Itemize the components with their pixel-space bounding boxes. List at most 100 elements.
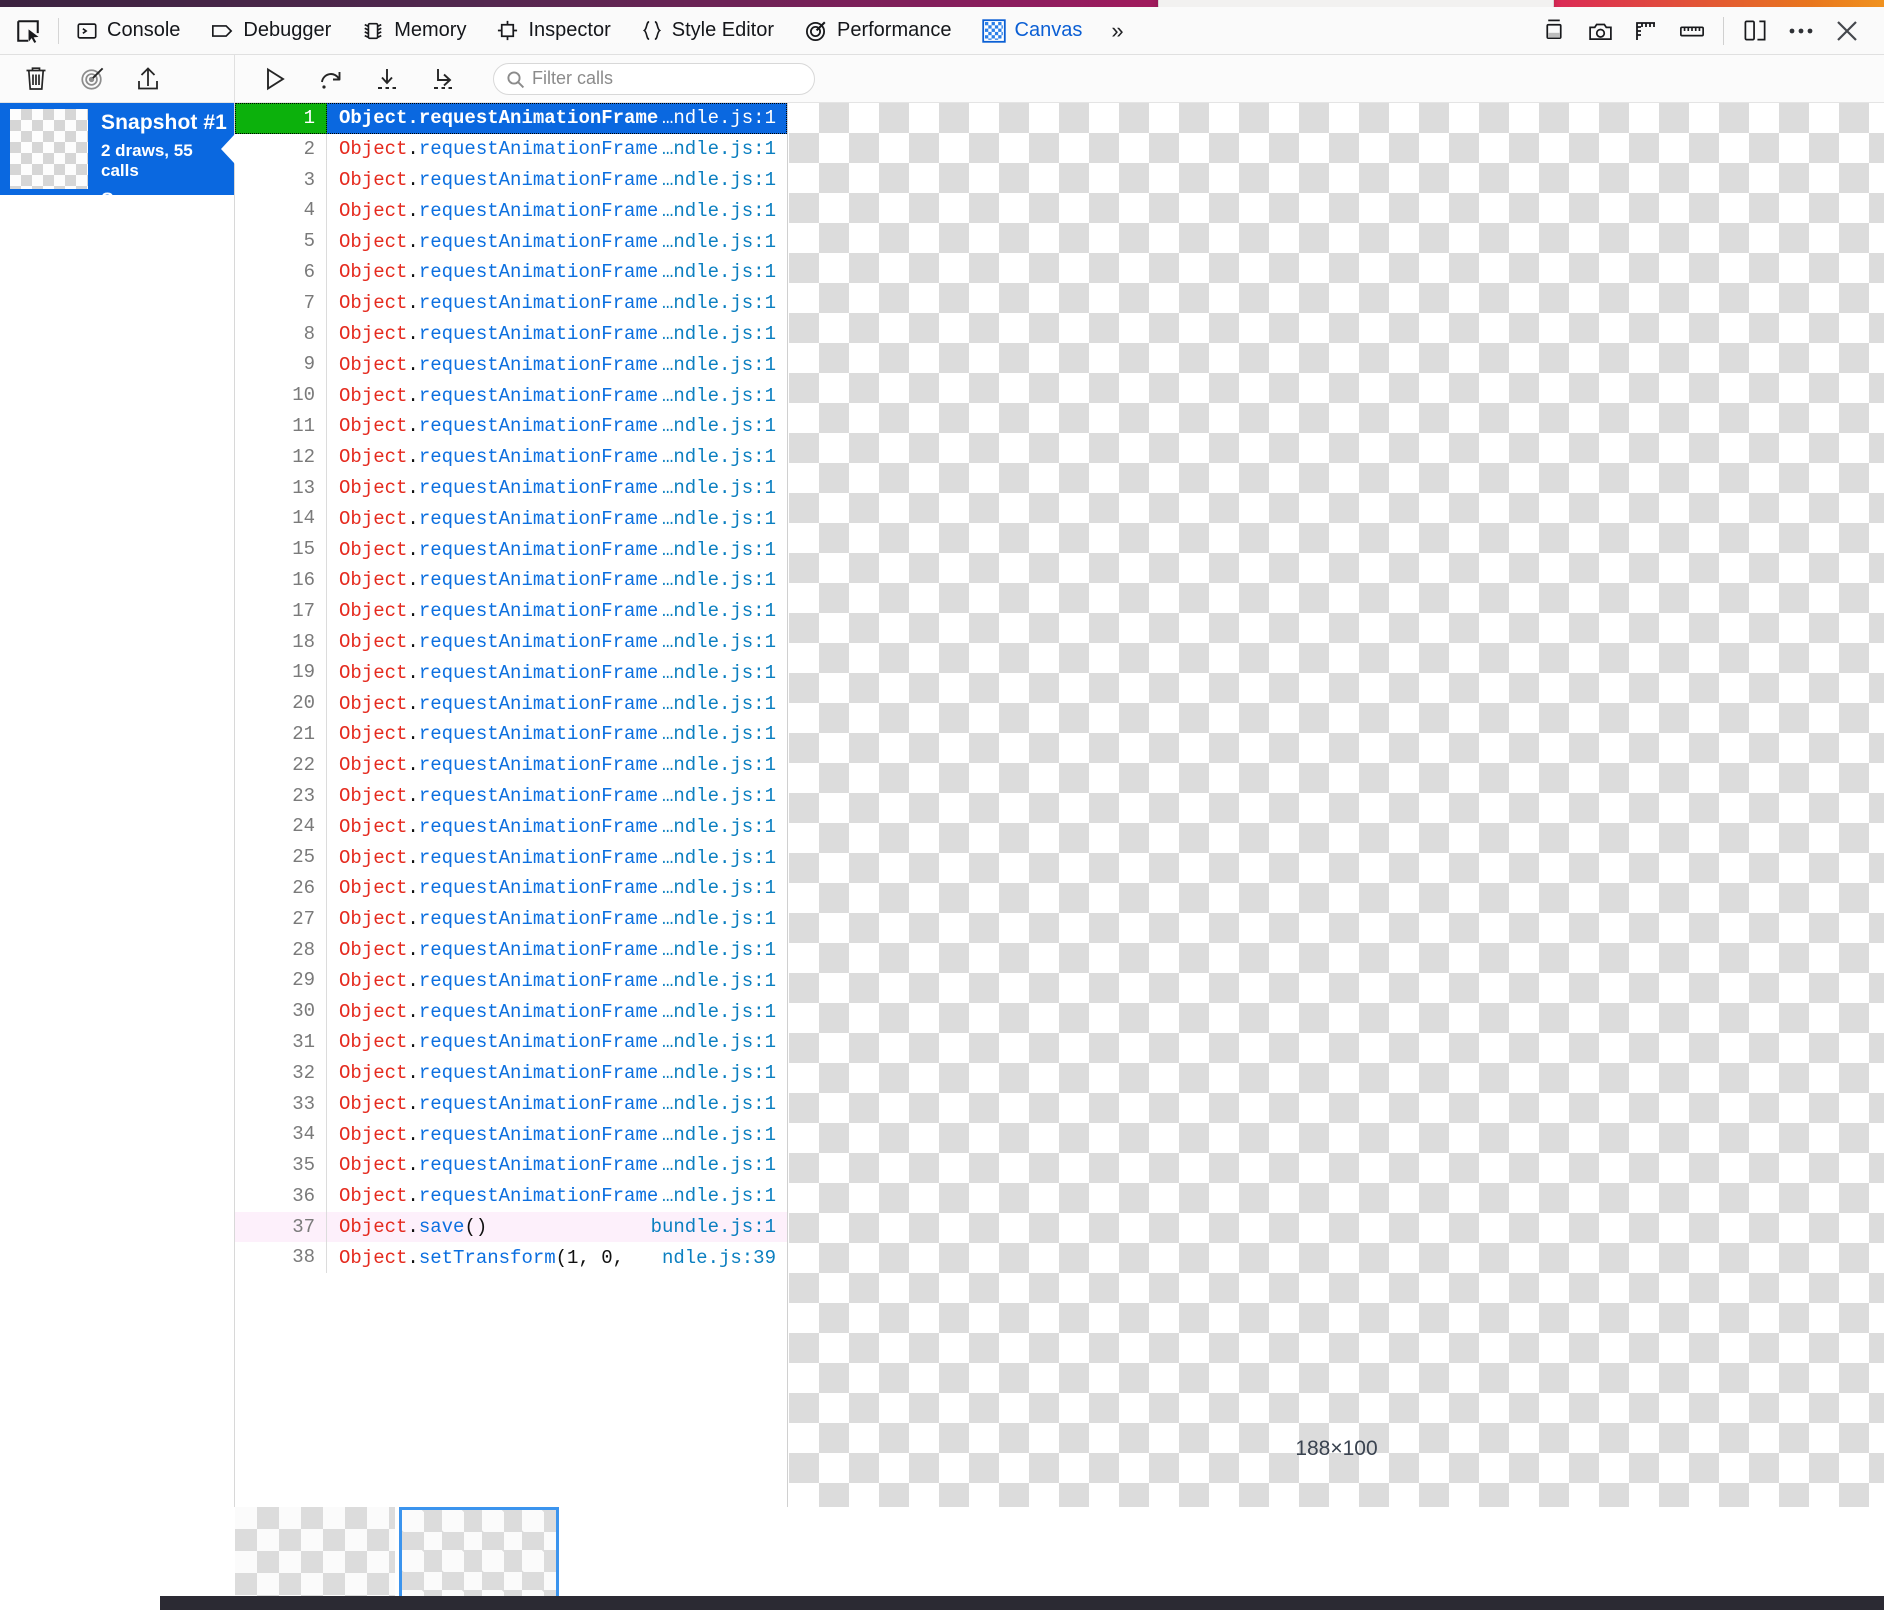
close-devtools-button[interactable]	[1824, 8, 1870, 54]
call-row[interactable]: 24Object.requestAnimationFrame…ndle.js:1	[235, 811, 787, 842]
call-source-link[interactable]: …ndle.js:1	[662, 385, 787, 407]
snapshot-save-link[interactable]: Save	[101, 190, 234, 212]
call-source-link[interactable]: …ndle.js:1	[662, 415, 787, 437]
element-picker-button[interactable]	[0, 8, 56, 54]
clear-snapshots-button[interactable]	[8, 56, 64, 102]
responsive-design-mode-button[interactable]	[1531, 8, 1577, 54]
call-source-link[interactable]: …ndle.js:1	[662, 600, 787, 622]
call-row[interactable]: 14Object.requestAnimationFrame…ndle.js:1	[235, 503, 787, 534]
call-source-link[interactable]: …ndle.js:1	[662, 107, 787, 129]
call-source-link[interactable]: …ndle.js:1	[662, 569, 787, 591]
call-row[interactable]: 5Object.requestAnimationFrame…ndle.js:1	[235, 226, 787, 257]
step-out-button[interactable]	[415, 56, 471, 102]
call-source-link[interactable]: …ndle.js:1	[662, 908, 787, 930]
call-row[interactable]: 3Object.requestAnimationFrame…ndle.js:1	[235, 165, 787, 196]
call-source-link[interactable]: …ndle.js:1	[662, 292, 787, 314]
call-row[interactable]: 37Object.save()bundle.js:1	[235, 1212, 787, 1243]
call-source-link[interactable]: …ndle.js:1	[662, 754, 787, 776]
call-row[interactable]: 18Object.requestAnimationFrame…ndle.js:1	[235, 627, 787, 658]
tab-overflow-button[interactable]: »	[1097, 8, 1137, 54]
frame-thumbnail-selected[interactable]	[399, 1507, 559, 1602]
call-row[interactable]: 20Object.requestAnimationFrame…ndle.js:1	[235, 688, 787, 719]
call-source-link[interactable]: …ndle.js:1	[662, 169, 787, 191]
call-row[interactable]: 35Object.requestAnimationFrame…ndle.js:1	[235, 1150, 787, 1181]
call-source-link[interactable]: …ndle.js:1	[662, 1093, 787, 1115]
call-row[interactable]: 26Object.requestAnimationFrame…ndle.js:1	[235, 873, 787, 904]
call-source-link[interactable]: …ndle.js:1	[662, 1031, 787, 1053]
call-row[interactable]: 4Object.requestAnimationFrame…ndle.js:1	[235, 195, 787, 226]
call-source-link[interactable]: …ndle.js:1	[662, 446, 787, 468]
ruler-button[interactable]	[1669, 8, 1715, 54]
tab-console[interactable]: Console	[61, 8, 195, 54]
step-over-button[interactable]	[303, 56, 359, 102]
call-source-link[interactable]: …ndle.js:1	[662, 1001, 787, 1023]
call-source-link[interactable]: …ndle.js:1	[662, 1185, 787, 1207]
call-source-link[interactable]: …ndle.js:1	[662, 847, 787, 869]
filter-calls-input[interactable]	[493, 63, 815, 95]
call-source-link[interactable]: …ndle.js:1	[662, 662, 787, 684]
tab-canvas[interactable]: Canvas	[967, 8, 1098, 54]
dock-to-side-button[interactable]	[1732, 8, 1778, 54]
call-row[interactable]: 13Object.requestAnimationFrame…ndle.js:1	[235, 473, 787, 504]
call-source-link[interactable]: bundle.js:1	[651, 1216, 787, 1238]
resume-button[interactable]	[247, 56, 303, 102]
call-row[interactable]: 17Object.requestAnimationFrame…ndle.js:1	[235, 596, 787, 627]
call-source-link[interactable]: …ndle.js:1	[662, 1124, 787, 1146]
tab-memory[interactable]: Memory	[346, 8, 481, 54]
call-row[interactable]: 19Object.requestAnimationFrame…ndle.js:1	[235, 657, 787, 688]
call-source-link[interactable]: …ndle.js:1	[662, 785, 787, 807]
call-row[interactable]: 31Object.requestAnimationFrame…ndle.js:1	[235, 1027, 787, 1058]
call-source-link[interactable]: …ndle.js:1	[662, 939, 787, 961]
call-row[interactable]: 32Object.requestAnimationFrame…ndle.js:1	[235, 1058, 787, 1089]
screenshot-button[interactable]	[1577, 8, 1623, 54]
call-source-link[interactable]: …ndle.js:1	[662, 231, 787, 253]
call-row[interactable]: 8Object.requestAnimationFrame…ndle.js:1	[235, 319, 787, 350]
snapshot-list-item[interactable]: Snapshot #1 2 draws, 55 calls Save	[0, 103, 234, 195]
tab-style-editor[interactable]: Style Editor	[626, 8, 789, 54]
tab-debugger[interactable]: Debugger	[195, 8, 346, 54]
call-row[interactable]: 15Object.requestAnimationFrame…ndle.js:1	[235, 534, 787, 565]
call-row[interactable]: 10Object.requestAnimationFrame…ndle.js:1	[235, 380, 787, 411]
call-row[interactable]: 23Object.requestAnimationFrame…ndle.js:1	[235, 781, 787, 812]
tab-inspector[interactable]: Inspector	[481, 8, 625, 54]
call-source-link[interactable]: …ndle.js:1	[662, 877, 787, 899]
tab-performance[interactable]: Performance	[789, 8, 967, 54]
call-row[interactable]: 36Object.requestAnimationFrame…ndle.js:1	[235, 1181, 787, 1212]
call-source-link[interactable]: …ndle.js:1	[662, 631, 787, 653]
call-source-link[interactable]: …ndle.js:1	[662, 138, 787, 160]
take-snapshot-button[interactable]	[64, 56, 120, 102]
call-row[interactable]: 16Object.requestAnimationFrame…ndle.js:1	[235, 565, 787, 596]
call-source-link[interactable]: …ndle.js:1	[662, 693, 787, 715]
canvas-preview[interactable]: 188×100	[789, 103, 1884, 1507]
call-source-link[interactable]: …ndle.js:1	[662, 323, 787, 345]
call-row[interactable]: 30Object.requestAnimationFrame…ndle.js:1	[235, 996, 787, 1027]
call-row[interactable]: 29Object.requestAnimationFrame…ndle.js:1	[235, 965, 787, 996]
call-row[interactable]: 27Object.requestAnimationFrame…ndle.js:1	[235, 904, 787, 935]
call-row[interactable]: 33Object.requestAnimationFrame…ndle.js:1	[235, 1089, 787, 1120]
call-source-link[interactable]: …ndle.js:1	[662, 970, 787, 992]
call-row[interactable]: 2Object.requestAnimationFrame…ndle.js:1	[235, 134, 787, 165]
call-row[interactable]: 6Object.requestAnimationFrame…ndle.js:1	[235, 257, 787, 288]
more-options-button[interactable]	[1778, 8, 1824, 54]
call-row[interactable]: 22Object.requestAnimationFrame…ndle.js:1	[235, 750, 787, 781]
call-row[interactable]: 9Object.requestAnimationFrame…ndle.js:1	[235, 349, 787, 380]
call-source-link[interactable]: …ndle.js:1	[662, 354, 787, 376]
import-snapshot-button[interactable]	[120, 56, 176, 102]
step-in-button[interactable]	[359, 56, 415, 102]
call-source-link[interactable]: …ndle.js:1	[662, 723, 787, 745]
call-source-link[interactable]: …ndle.js:1	[662, 200, 787, 222]
call-source-link[interactable]: …ndle.js:1	[662, 1062, 787, 1084]
call-source-link[interactable]: …ndle.js:1	[662, 816, 787, 838]
call-row[interactable]: 12Object.requestAnimationFrame…ndle.js:1	[235, 442, 787, 473]
call-row[interactable]: 11Object.requestAnimationFrame…ndle.js:1	[235, 411, 787, 442]
call-row[interactable]: 1Object.requestAnimationFrame…ndle.js:1	[235, 103, 787, 134]
call-source-link[interactable]: …ndle.js:1	[662, 1154, 787, 1176]
call-source-link[interactable]: …ndle.js:1	[662, 508, 787, 530]
call-source-link[interactable]: …ndle.js:1	[662, 261, 787, 283]
call-source-link[interactable]: …ndle.js:1	[662, 539, 787, 561]
measure-area-button[interactable]	[1623, 8, 1669, 54]
call-source-link[interactable]: ndle.js:39	[662, 1247, 787, 1269]
filmstrip-scroller[interactable]	[235, 1507, 559, 1610]
call-row[interactable]: 38Object.setTransform(1, 0,ndle.js:39	[235, 1242, 787, 1273]
call-row[interactable]: 25Object.requestAnimationFrame…ndle.js:1	[235, 842, 787, 873]
